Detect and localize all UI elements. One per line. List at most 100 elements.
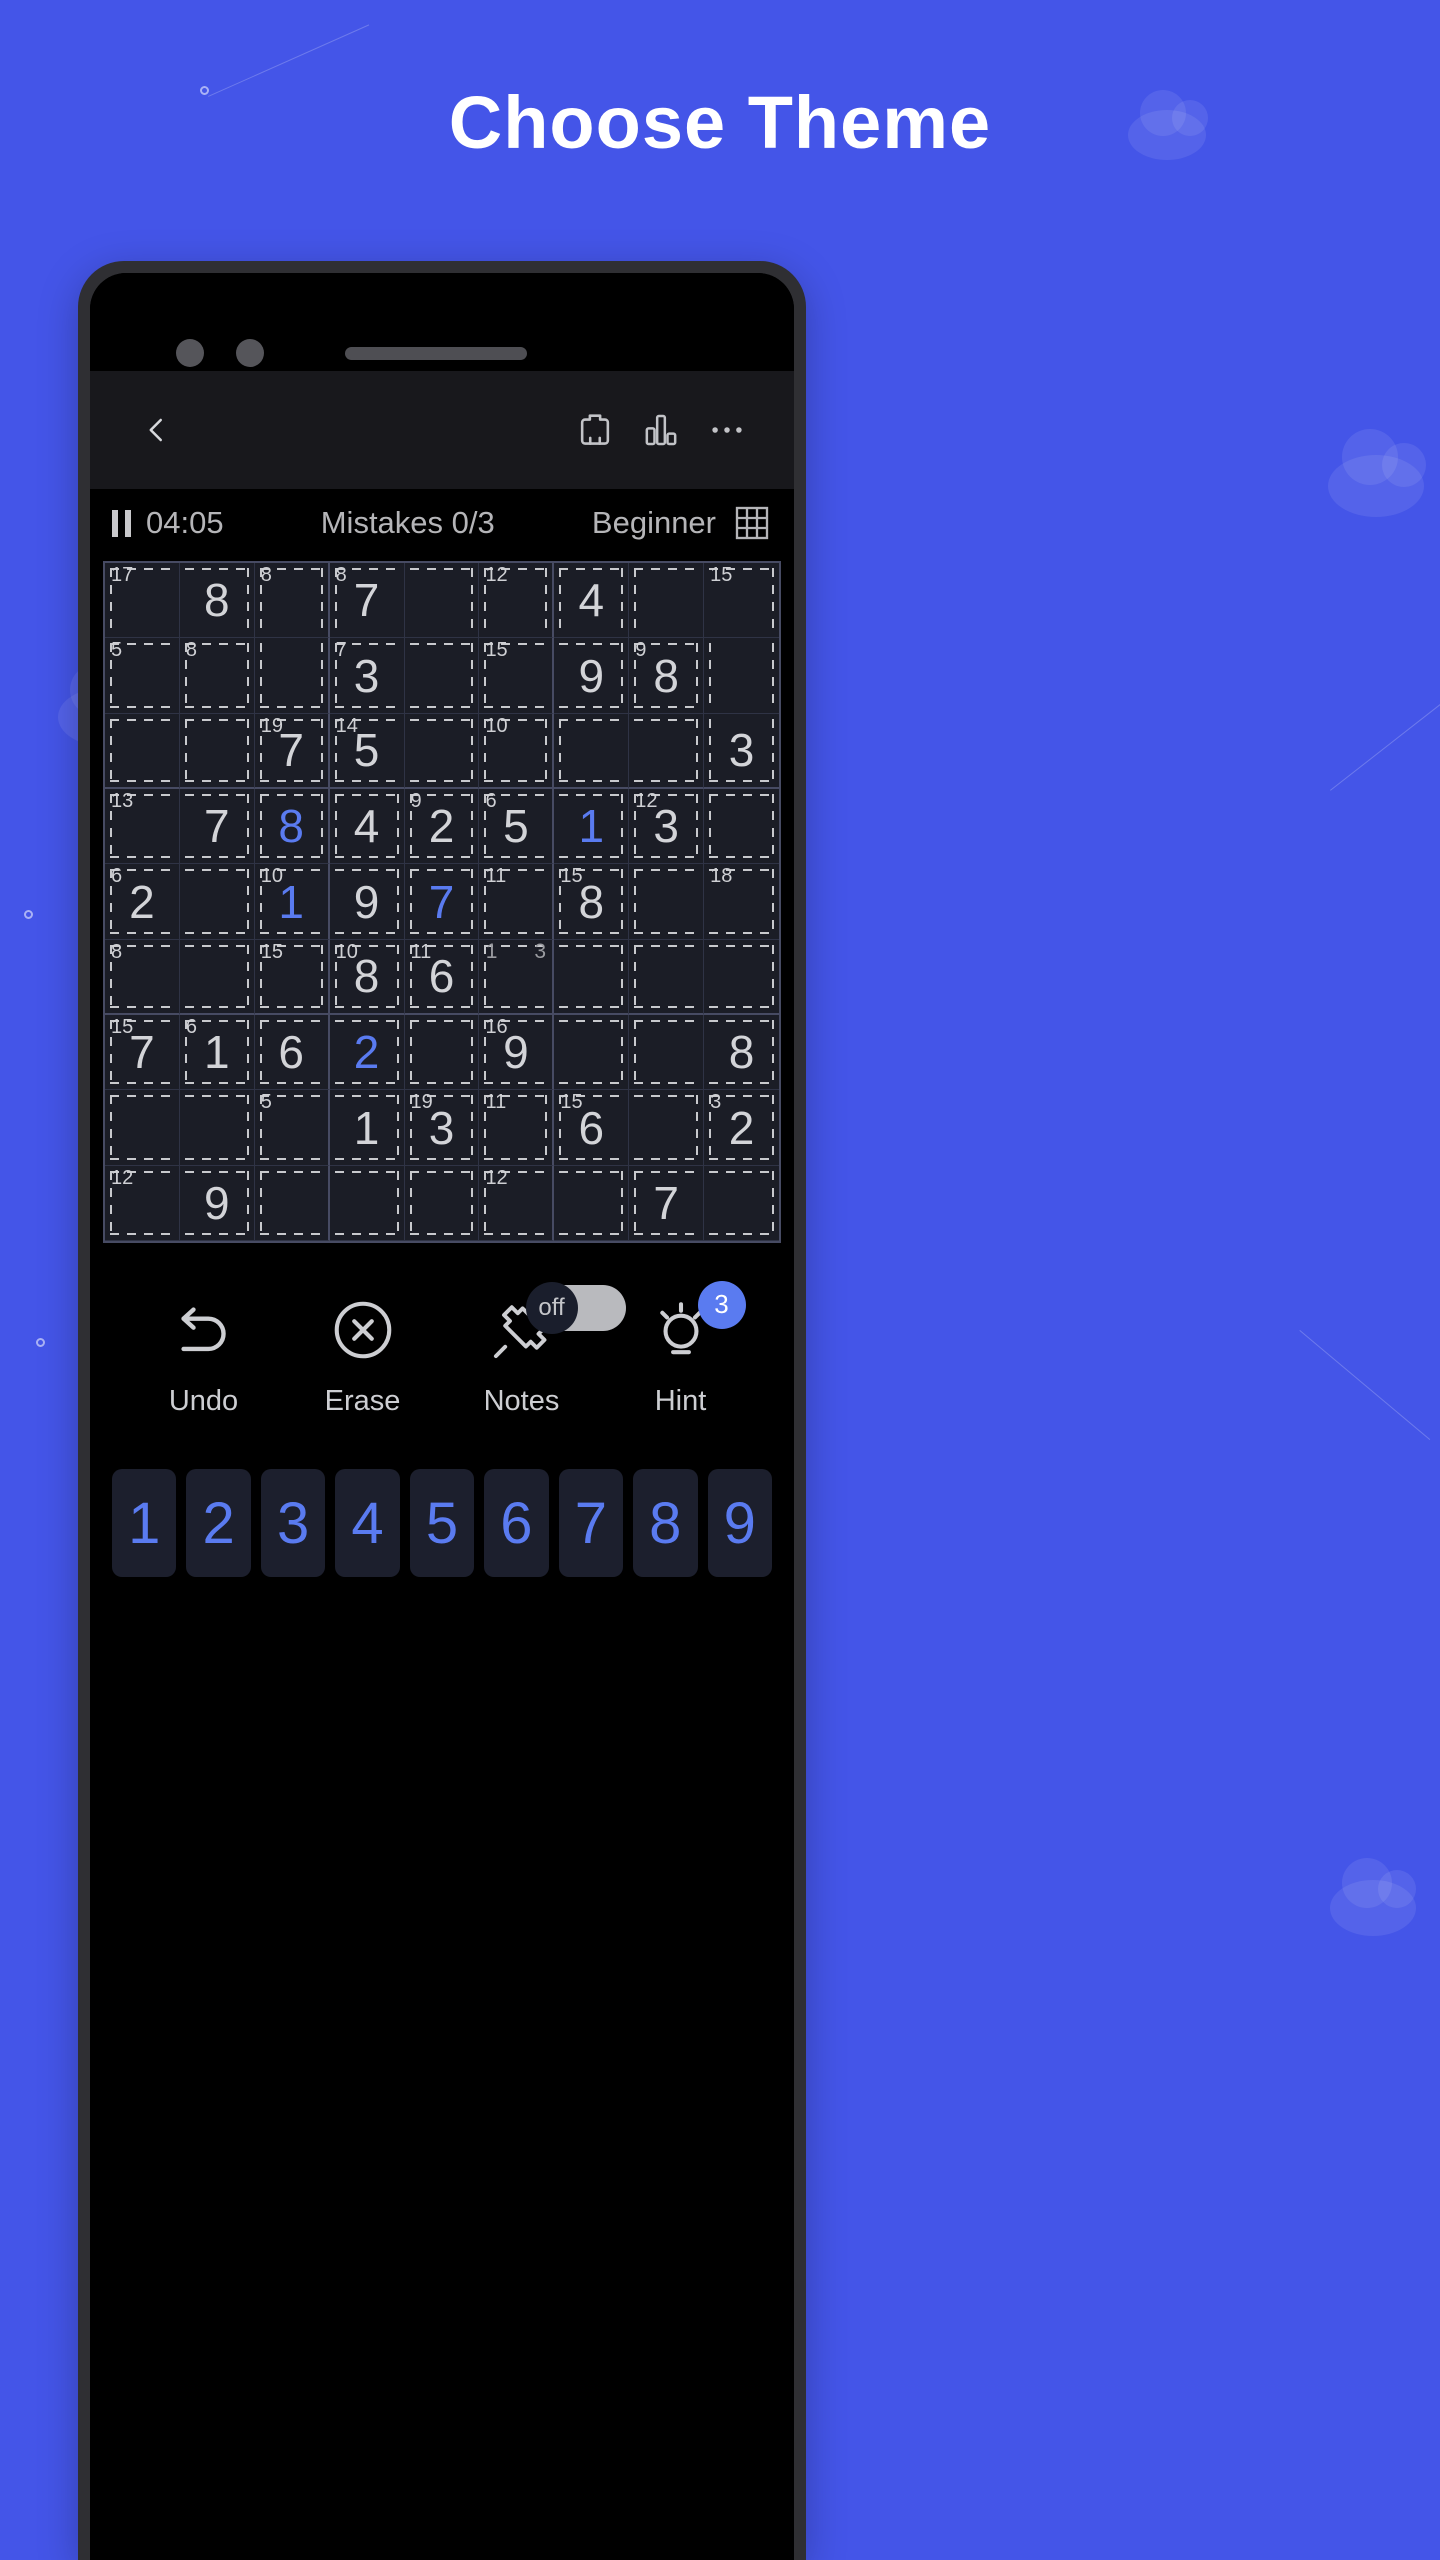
more-options-button[interactable] — [694, 397, 760, 463]
board-cell[interactable]: 15 — [479, 638, 555, 714]
numpad-key-2[interactable]: 2 — [186, 1469, 251, 1578]
back-button[interactable] — [124, 397, 190, 463]
numpad-key-7[interactable]: 7 — [558, 1469, 624, 1578]
board-cell[interactable] — [629, 1090, 705, 1166]
sudoku-board[interactable]: 17 8 8 8 7 12 4 15 5 8 7 3 15 9 9 8 19 7 14 5 10 3 13 7 8 4 9 2 6 5 1 1… — [103, 561, 781, 1244]
number-pad[interactable]: 123456789 — [90, 1451, 794, 1578]
board-cell[interactable] — [179, 1090, 255, 1166]
board-cell[interactable] — [179, 864, 255, 940]
numpad-key-4[interactable]: 4 — [335, 1469, 400, 1578]
board-cell[interactable]: 15 — [704, 563, 779, 639]
board-cell[interactable] — [629, 939, 705, 1016]
board-cell[interactable] — [254, 638, 330, 714]
board-cell[interactable] — [554, 939, 630, 1016]
board-cell[interactable]: 9 — [554, 638, 630, 714]
board-cell[interactable]: 73 — [329, 638, 405, 714]
numpad-key-8[interactable]: 8 — [633, 1469, 698, 1578]
board-cell[interactable]: 7 — [179, 789, 255, 865]
numpad-key-3[interactable]: 3 — [260, 1469, 326, 1578]
board-cell[interactable]: 1 — [554, 789, 630, 865]
board-cell[interactable] — [404, 1015, 480, 1091]
board-cell[interactable] — [179, 713, 255, 790]
board-cell[interactable]: 10 — [479, 713, 555, 790]
board-cell[interactable]: 12 — [105, 1165, 180, 1242]
board-cell[interactable]: 17 — [105, 563, 180, 639]
board-cell[interactable] — [704, 1166, 779, 1242]
board-cell[interactable]: 11 6 — [404, 939, 480, 1016]
board-cell[interactable] — [554, 1165, 630, 1242]
board-cell[interactable]: 2 — [329, 1015, 405, 1091]
numpad-key-1[interactable]: 1 — [112, 1469, 177, 1578]
board-cell[interactable]: 14 5 — [329, 713, 405, 790]
erase-button[interactable]: Erase — [283, 1291, 442, 1418]
board-cell[interactable]: 13 — [105, 789, 180, 865]
board-cell[interactable]: 62 — [105, 864, 180, 940]
board-cell[interactable] — [404, 713, 480, 790]
hint-button[interactable]: 3 Hint — [601, 1280, 760, 1418]
board-cell[interactable]: 13 — [479, 939, 555, 1016]
board-cell[interactable] — [704, 638, 779, 714]
board-cell[interactable]: 15 7 — [105, 1015, 180, 1091]
board-cell[interactable]: 98 — [629, 638, 705, 714]
board-cell[interactable]: 87 — [329, 563, 405, 639]
board-cell[interactable] — [105, 713, 180, 790]
board-cell[interactable]: 12 3 — [629, 789, 705, 865]
board-cell[interactable] — [629, 864, 705, 940]
statistics-button[interactable] — [628, 397, 694, 463]
board-cell[interactable]: 12 — [479, 563, 555, 639]
board-cell[interactable]: 15 8 — [554, 864, 630, 940]
timer-area[interactable]: 04:05 — [112, 505, 224, 541]
board-cell[interactable]: 6 — [254, 1015, 330, 1091]
board-cell[interactable] — [254, 1165, 330, 1242]
board-cell[interactable]: 18 — [704, 864, 779, 940]
board-cell[interactable]: 32 — [704, 1090, 779, 1166]
board-cell[interactable]: 4 — [554, 563, 630, 639]
board-cell[interactable]: 7 — [629, 1165, 705, 1242]
board-cell[interactable]: 3 — [704, 714, 779, 790]
board-cell[interactable]: 9 — [179, 1165, 255, 1242]
board-cell[interactable]: 5 — [105, 638, 180, 714]
board-cell[interactable]: 61 — [179, 1015, 255, 1091]
notes-button[interactable]: off Notes — [442, 1281, 626, 1418]
board-cell[interactable]: 5 — [254, 1090, 330, 1166]
board-cell[interactable]: 1 — [329, 1090, 405, 1166]
undo-button[interactable]: Undo — [124, 1291, 283, 1418]
board-cell[interactable] — [554, 1015, 630, 1091]
board-cell[interactable]: 8 — [254, 563, 330, 639]
board-cell[interactable] — [629, 713, 705, 790]
board-cell[interactable]: 12 — [479, 1165, 555, 1242]
board-cell[interactable]: 10 8 — [329, 939, 405, 1016]
board-cell[interactable]: 8 — [105, 939, 180, 1016]
board-cell[interactable] — [329, 1165, 405, 1242]
board-cell[interactable]: 16 9 — [479, 1015, 555, 1091]
board-cell[interactable]: 19 3 — [404, 1090, 480, 1166]
board-cell[interactable]: 4 — [329, 789, 405, 865]
board-cell[interactable] — [704, 940, 779, 1016]
board-cell[interactable] — [629, 563, 705, 639]
board-cell[interactable] — [404, 563, 480, 639]
board-cell[interactable]: 8 — [254, 789, 330, 865]
pause-icon[interactable] — [112, 509, 131, 537]
board-cell[interactable]: 92 — [404, 789, 480, 865]
board-cell[interactable]: 15 6 — [554, 1090, 630, 1166]
board-cell[interactable] — [105, 1090, 180, 1166]
numpad-key-6[interactable]: 6 — [484, 1469, 549, 1578]
board-cell[interactable]: 15 — [254, 939, 330, 1016]
board-cell[interactable]: 7 — [404, 864, 480, 940]
board-cell[interactable] — [554, 713, 630, 790]
theme-button[interactable] — [562, 397, 628, 463]
board-cell[interactable] — [404, 638, 480, 714]
board-cell[interactable]: 9 — [329, 864, 405, 940]
board-cell[interactable] — [704, 789, 779, 865]
board-cell[interactable]: 65 — [479, 789, 555, 865]
board-cell[interactable]: 8 — [179, 638, 255, 714]
board-cell[interactable] — [629, 1015, 705, 1091]
board-cell[interactable]: 8 — [179, 563, 255, 639]
board-cell[interactable]: 19 7 — [254, 713, 330, 790]
board-cell[interactable] — [404, 1165, 480, 1242]
board-cell[interactable]: 11 — [479, 1090, 555, 1166]
numpad-key-9[interactable]: 9 — [707, 1469, 772, 1578]
board-cell[interactable]: 10 1 — [254, 864, 330, 940]
numpad-key-5[interactable]: 5 — [409, 1469, 475, 1578]
board-cell[interactable]: 8 — [704, 1015, 779, 1091]
